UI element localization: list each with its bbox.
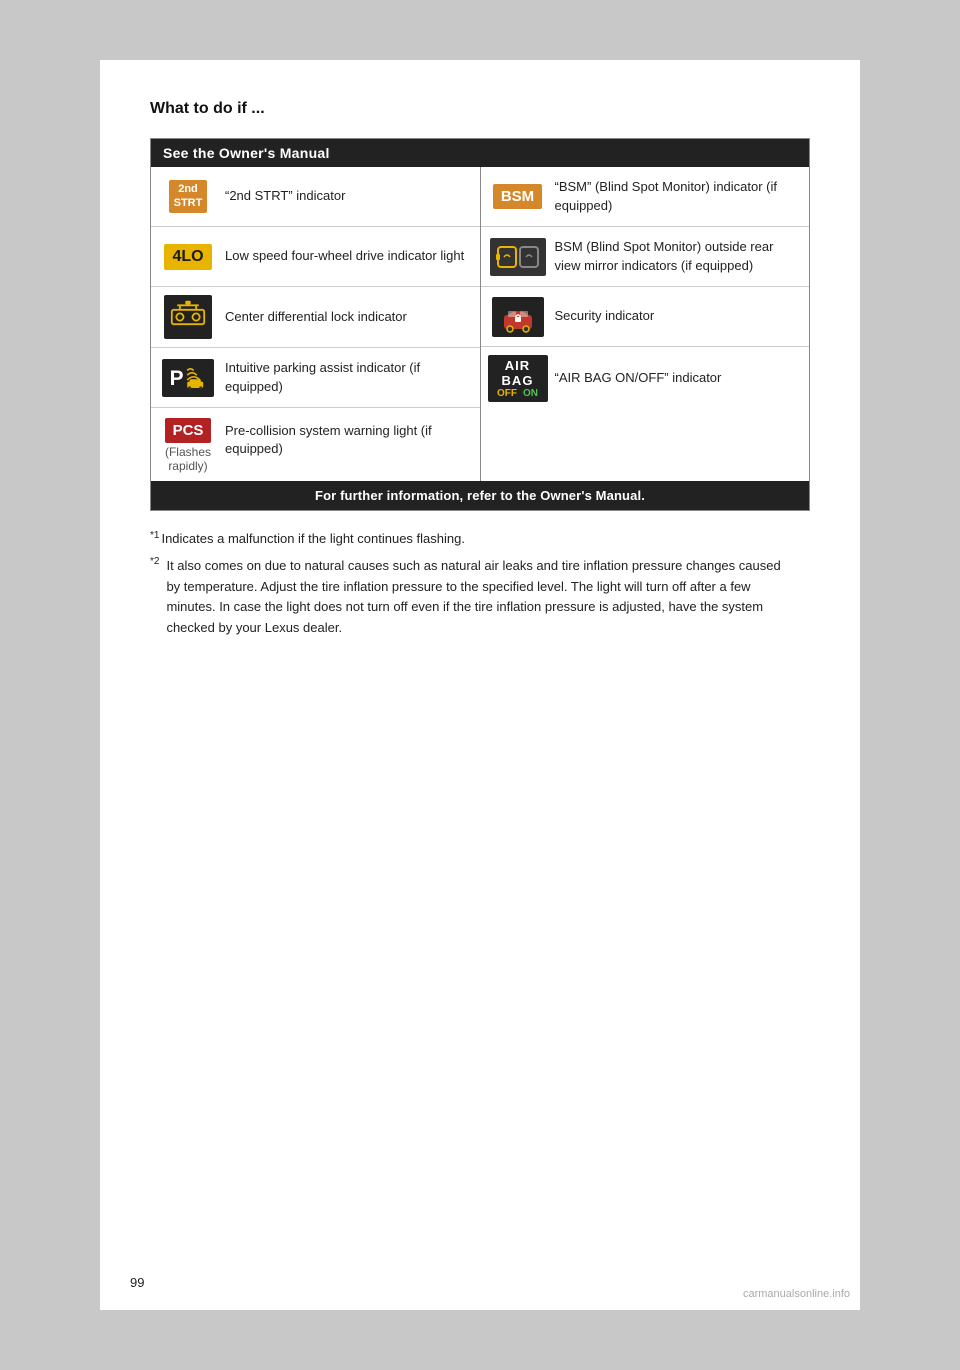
indicator-label: Center differential lock indicator (225, 308, 407, 326)
icon-bsm-mirror (491, 238, 545, 276)
footnote-1: *1Indicates a malfunction if the light c… (150, 529, 810, 550)
list-item: AIR BAG OFF ON “AIR BAG ON/OFF” indicato… (481, 347, 810, 410)
icon-bsm: BSM (491, 184, 545, 209)
list-item: Center differential lock indicator (151, 287, 480, 348)
icon-security (491, 297, 545, 337)
indicator-label: BSM (Blind Spot Monitor) outside rear vi… (555, 238, 800, 274)
indicator-label: “AIR BAG ON/OFF” indicator (555, 369, 722, 387)
list-item: BSM “BSM” (Blind Spot Monitor) indicator… (481, 167, 810, 227)
pcs-label: (Flashesrapidly) (165, 445, 211, 473)
list-item: 2ndSTRT “2nd STRT” indicator (151, 167, 480, 227)
icon-parking: P (161, 359, 215, 397)
list-item: PCS (Flashesrapidly) Pre-collision syste… (151, 408, 480, 481)
icon-pcs: PCS (Flashesrapidly) (161, 418, 215, 473)
list-item: BSM (Blind Spot Monitor) outside rear vi… (481, 227, 810, 287)
indicator-table: See the Owner's Manual 2ndSTRT “2nd STRT… (150, 138, 810, 511)
indicator-label: “BSM” (Blind Spot Monitor) indicator (if… (555, 178, 800, 214)
indicator-label: Intuitive parking assist indicator (if e… (225, 359, 470, 395)
table-footer: For further information, refer to the Ow… (151, 481, 810, 511)
svg-text:P: P (170, 366, 184, 389)
indicator-label: “2nd STRT” indicator (225, 187, 345, 205)
list-item: P (151, 348, 480, 408)
footnote-2: *2 It also comes on due to natural cause… (150, 556, 810, 639)
footnotes: *1Indicates a malfunction if the light c… (150, 529, 810, 639)
watermark: carmanualsonline.info (743, 1288, 850, 1300)
list-item: Security indicator (481, 287, 810, 347)
section-title: What to do if ... (150, 100, 810, 118)
indicator-label: Pre-collision system warning light (if e… (225, 418, 470, 458)
icon-airbag: AIR BAG OFF ON (491, 355, 545, 402)
icon-diff-lock (161, 295, 215, 339)
table-header: See the Owner's Manual (151, 139, 810, 168)
indicator-label: Security indicator (555, 307, 655, 325)
page: What to do if ... See the Owner's Manual… (100, 60, 860, 1310)
page-number: 99 (130, 1275, 144, 1290)
indicator-label: Low speed four-wheel drive indicator lig… (225, 247, 464, 265)
list-item: 4LO Low speed four-wheel drive indicator… (151, 227, 480, 287)
icon-4lo: 4LO (161, 244, 215, 270)
icon-2nd-strt: 2ndSTRT (161, 180, 215, 212)
